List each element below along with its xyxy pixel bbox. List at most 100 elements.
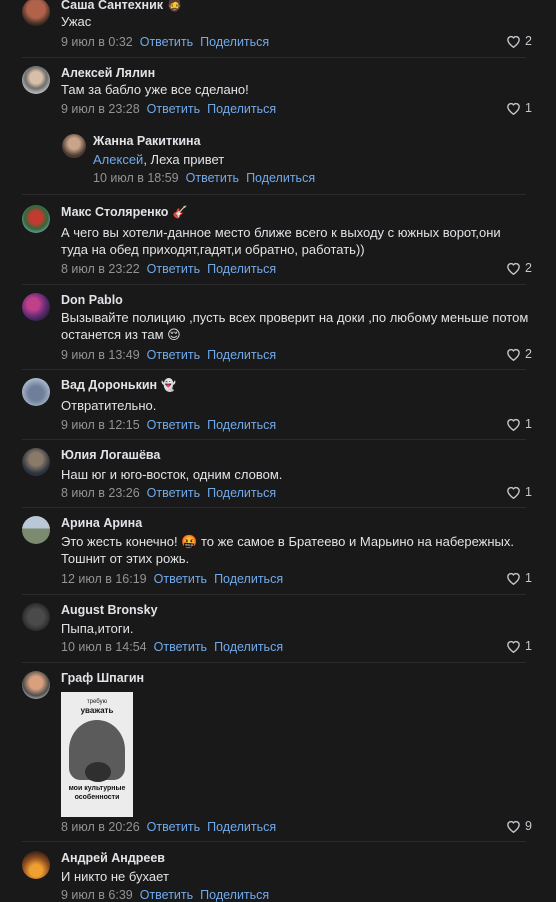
like-count: 1 [525, 101, 532, 115]
avatar[interactable] [22, 378, 50, 406]
comment-author[interactable]: Don Pablo [61, 293, 123, 307]
divider [22, 439, 526, 440]
comment-meta: 8 июл в 23:22 Ответить Поделиться [61, 262, 276, 276]
avatar[interactable] [62, 134, 86, 158]
share-link[interactable]: Поделиться [207, 262, 276, 276]
avatar[interactable] [22, 851, 50, 879]
share-link[interactable]: Поделиться [207, 348, 276, 362]
heart-icon [507, 348, 520, 361]
comment-author[interactable]: Юлия Логашёва [61, 448, 160, 462]
heart-icon [507, 35, 520, 48]
divider [22, 369, 526, 370]
like-count: 1 [525, 485, 532, 499]
like-count: 1 [525, 639, 532, 653]
photo-caption: мои культурные особенности [68, 785, 126, 801]
avatar[interactable] [22, 603, 50, 631]
heart-icon [507, 262, 520, 275]
divider [22, 284, 526, 285]
avatar[interactable] [22, 448, 50, 476]
comment-author[interactable]: Макс Столяренко 🎸 [61, 205, 187, 219]
divider [22, 594, 526, 595]
like-count: 1 [525, 571, 532, 585]
comment-time[interactable]: 12 июл в 16:19 [61, 572, 147, 586]
share-link[interactable]: Поделиться [207, 820, 276, 834]
reply-link[interactable]: Ответить [147, 820, 200, 834]
author-emoji: 👻 [161, 378, 177, 392]
reply-link[interactable]: Ответить [147, 348, 200, 362]
share-link[interactable]: Поделиться [214, 640, 283, 654]
heart-icon [507, 486, 520, 499]
reply-link[interactable]: Ответить [147, 486, 200, 500]
comment-time[interactable]: 8 июл в 23:22 [61, 262, 140, 276]
avatar[interactable] [22, 293, 50, 321]
comment-meta: 9 июл в 13:49 Ответить Поделиться [61, 348, 276, 362]
like-button[interactable]: 1 [506, 417, 532, 431]
comment-author[interactable]: Жанна Ракиткина [93, 134, 201, 148]
comment-meta: 9 июл в 12:15 Ответить Поделиться [61, 418, 276, 432]
comment-text: Вызывайте полицию ,пусть всех проверит н… [61, 310, 529, 342]
comment-time[interactable]: 8 июл в 20:26 [61, 820, 140, 834]
like-button[interactable]: 1 [506, 639, 532, 653]
reply-link[interactable]: Ответить [140, 35, 193, 49]
avatar[interactable] [22, 0, 50, 26]
comment-text: Алексей, Леха привет [93, 152, 225, 167]
avatar[interactable] [22, 516, 50, 544]
comment-time[interactable]: 10 июл в 18:59 [93, 171, 179, 185]
share-link[interactable]: Поделиться [200, 888, 269, 902]
comment-author[interactable]: Граф Шпагин [61, 671, 144, 685]
reply-link[interactable]: Ответить [186, 171, 239, 185]
comment-time[interactable]: 8 июл в 23:26 [61, 486, 140, 500]
mention-link[interactable]: Алексей [93, 152, 143, 167]
comment-time[interactable]: 9 июл в 13:49 [61, 348, 140, 362]
reply-link[interactable]: Ответить [154, 572, 207, 586]
comment-author[interactable]: Андрей Андреев [61, 851, 165, 865]
heart-icon [507, 572, 520, 585]
like-count: 1 [525, 417, 532, 431]
attached-photo[interactable]: требую уважать мои культурные особенност… [61, 692, 133, 817]
photo-figure [85, 762, 111, 782]
share-link[interactable]: Поделиться [207, 418, 276, 432]
comment-meta: 9 июл в 23:28 Ответить Поделиться [61, 102, 276, 116]
like-button[interactable]: 9 [506, 819, 532, 833]
divider [22, 662, 526, 663]
heart-icon [507, 102, 520, 115]
reply-link[interactable]: Ответить [147, 262, 200, 276]
like-count: 9 [525, 819, 532, 833]
reply-link[interactable]: Ответить [147, 102, 200, 116]
reply-link[interactable]: Ответить [154, 640, 207, 654]
divider [22, 194, 526, 195]
comment-author[interactable]: Алексей Лялин [61, 66, 155, 80]
comment-meta: 10 июл в 14:54 Ответить Поделиться [61, 640, 283, 654]
reply-link[interactable]: Ответить [140, 888, 193, 902]
comment-time[interactable]: 9 июл в 12:15 [61, 418, 140, 432]
comment-author[interactable]: Арина Арина [61, 516, 142, 530]
reply-link[interactable]: Ответить [147, 418, 200, 432]
comment-author[interactable]: Саша Сантехник 🧔 [61, 0, 182, 12]
share-link[interactable]: Поделиться [200, 35, 269, 49]
share-link[interactable]: Поделиться [214, 572, 283, 586]
comment-meta: 9 июл в 0:32 Ответить Поделиться [61, 35, 269, 49]
like-button[interactable]: 2 [506, 34, 532, 48]
share-link[interactable]: Поделиться [207, 102, 276, 116]
like-button[interactable]: 2 [506, 347, 532, 361]
comment-author[interactable]: August Bronsky [61, 603, 158, 617]
avatar[interactable] [22, 205, 50, 233]
avatar[interactable] [22, 66, 50, 94]
like-button[interactable]: 1 [506, 485, 532, 499]
comment-time[interactable]: 9 июл в 6:39 [61, 888, 133, 902]
comment-author[interactable]: Вад Доронькин 👻 [61, 378, 176, 392]
comment-time[interactable]: 10 июл в 14:54 [61, 640, 147, 654]
like-button[interactable]: 1 [506, 101, 532, 115]
heart-icon [507, 820, 520, 833]
comment-time[interactable]: 9 июл в 23:28 [61, 102, 140, 116]
share-link[interactable]: Поделиться [246, 171, 315, 185]
comment-meta: 10 июл в 18:59 Ответить Поделиться [93, 171, 315, 185]
comment-time[interactable]: 9 июл в 0:32 [61, 35, 133, 49]
like-button[interactable]: 2 [506, 261, 532, 275]
like-count: 2 [525, 347, 532, 361]
avatar[interactable] [22, 671, 50, 699]
like-button[interactable]: 1 [506, 571, 532, 585]
share-link[interactable]: Поделиться [207, 486, 276, 500]
heart-icon [507, 418, 520, 431]
comment-meta: 9 июл в 6:39 Ответить Поделиться [61, 888, 269, 902]
